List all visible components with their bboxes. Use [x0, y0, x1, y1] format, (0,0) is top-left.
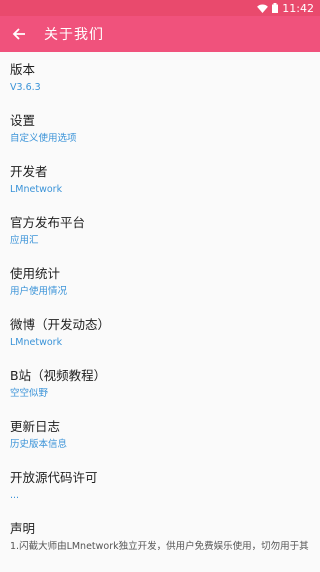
item-title: 官方发布平台	[10, 215, 86, 230]
item-subtitle: 应用汇	[10, 235, 39, 246]
item-title: 使用统计	[10, 266, 61, 281]
item-subtitle: V3.6.3	[10, 82, 41, 93]
item-title: 开发者	[10, 164, 48, 179]
wifi-icon	[257, 3, 269, 13]
item-subtitle: LMnetwork	[10, 337, 63, 348]
item-title: 声明	[10, 521, 36, 536]
item-subtitle: LMnetwork	[10, 184, 63, 195]
item-subtitle: ...	[10, 490, 20, 501]
item-open-source[interactable]: 开放源代码许可 ...	[0, 470, 320, 521]
status-time: 11:42	[282, 1, 314, 15]
item-version[interactable]: 版本 V3.6.3	[0, 62, 320, 113]
item-developer[interactable]: 开发者 LMnetwork	[0, 164, 320, 215]
item-usage-stats[interactable]: 使用统计 用户使用情况	[0, 266, 320, 317]
item-title: B站（视频教程）	[10, 368, 107, 383]
item-settings[interactable]: 设置 自定义使用选项	[0, 113, 320, 164]
item-subtitle: 历史版本信息	[10, 439, 68, 450]
item-statement[interactable]: 声明 1.闪截大师由LMnetwork独立开发，供用户免费娱乐使用，切勿用于其	[0, 521, 320, 572]
item-subtitle: 自定义使用选项	[10, 133, 77, 144]
settings-list: 版本 V3.6.3 设置 自定义使用选项 开发者 LMnetwork 官方发布平…	[0, 52, 320, 572]
item-title: 开放源代码许可	[10, 470, 98, 485]
item-weibo[interactable]: 微博（开发动态） LMnetwork	[0, 317, 320, 368]
item-title: 设置	[10, 113, 36, 128]
item-subtitle: 1.闪截大师由LMnetwork独立开发，供用户免费娱乐使用，切勿用于其	[10, 541, 309, 552]
battery-icon	[272, 3, 279, 13]
app-bar: 关于我们	[0, 16, 320, 52]
item-subtitle: 用户使用情况	[10, 286, 68, 297]
item-subtitle: 空空似野	[10, 388, 49, 399]
item-bilibili[interactable]: B站（视频教程） 空空似野	[0, 368, 320, 419]
item-title: 微博（开发动态）	[10, 317, 111, 332]
item-changelog[interactable]: 更新日志 历史版本信息	[0, 419, 320, 470]
back-arrow-icon[interactable]	[10, 25, 28, 43]
item-title: 更新日志	[10, 419, 61, 434]
item-title: 版本	[10, 62, 36, 77]
item-platform[interactable]: 官方发布平台 应用汇	[0, 215, 320, 266]
status-bar: 11:42	[0, 0, 320, 16]
page-title: 关于我们	[44, 27, 104, 43]
